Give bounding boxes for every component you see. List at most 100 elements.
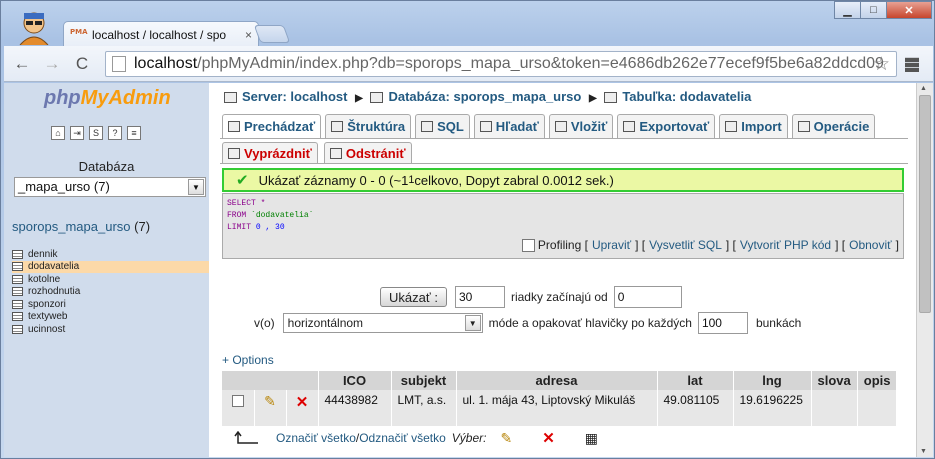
cell-lng: 19.6196225 <box>733 390 812 426</box>
vertical-scrollbar[interactable]: ▲ ▼ <box>916 83 933 457</box>
tab-browse[interactable]: Prechádzať <box>222 114 322 138</box>
tab-drop[interactable]: Odstrániť <box>323 142 412 163</box>
user-avatar-icon[interactable] <box>15 9 53 45</box>
insert-icon <box>554 121 567 132</box>
docs-icon[interactable]: ≡ <box>127 126 141 140</box>
cell-subjekt: LMT, a.s. <box>391 390 457 426</box>
php-code-link[interactable]: Vytvoriť PHP kód <box>740 238 831 252</box>
start-input[interactable] <box>613 286 682 308</box>
page-icon <box>112 56 126 72</box>
refresh-link[interactable]: Obnoviť <box>849 238 892 252</box>
table-icon <box>12 262 23 272</box>
tab-sql[interactable]: SQL <box>415 114 470 138</box>
breadcrumb-server[interactable]: Server: localhost <box>242 89 348 104</box>
rows-input[interactable] <box>454 286 505 308</box>
delete-x-icon[interactable]: ✕ <box>296 394 309 411</box>
header-lng[interactable]: lng <box>733 371 812 390</box>
table-icon <box>604 92 618 104</box>
tab-search[interactable]: Hľadať <box>473 114 545 138</box>
browser-window: PMA localhost / localhost / spo × ▁ □ ✕ … <box>0 0 935 459</box>
uncheck-all-link[interactable]: Odznačiť všetko <box>359 431 446 445</box>
options-link[interactable]: + Options <box>222 353 274 367</box>
row-checkbox[interactable] <box>231 395 244 407</box>
maximize-button[interactable]: □ <box>860 1 887 19</box>
edit-pencil-icon[interactable]: ✎ <box>264 393 276 409</box>
export-icon <box>623 121 636 132</box>
arrow-up-left-icon <box>234 431 258 444</box>
address-bar[interactable]: localhost/phpMyAdmin/index.php?db=sporop… <box>105 51 897 77</box>
tab-export[interactable]: Exportovať <box>617 114 716 138</box>
show-button[interactable]: Ukázať : <box>380 287 447 307</box>
sidebar-table-rozhodnutia[interactable]: rozhodnutia <box>12 286 209 299</box>
sidebar-table-dodavatelia[interactable]: dodavatelia <box>12 260 209 273</box>
sidebar-table-label: sponzori <box>28 298 66 310</box>
empty-icon <box>228 147 240 159</box>
tab-close-icon[interactable]: × <box>245 28 252 42</box>
edit-link[interactable]: Upraviť <box>592 238 631 252</box>
new-tab-button[interactable] <box>253 25 291 43</box>
tabs-row: Prechádzať Štruktúra SQL Hľadať Vložiť Export… <box>222 114 876 138</box>
sidebar-table-label: textyweb <box>28 311 68 323</box>
help-icon[interactable]: ? <box>108 126 122 140</box>
tab-structure[interactable]: Štruktúra <box>325 114 412 138</box>
header-subjekt[interactable]: subjekt <box>391 371 457 390</box>
close-window-button[interactable]: ✕ <box>886 1 932 19</box>
operations-icon <box>797 121 810 132</box>
bookmark-star-icon[interactable]: ☆ <box>873 53 890 76</box>
minimize-button[interactable]: ▁ <box>834 1 861 19</box>
repeat-input[interactable] <box>697 312 748 334</box>
sql-query-text: SELECT * FROM `dodavatelia` LIMIT 0 , 30 <box>227 199 314 232</box>
sidebar-table-ucinnost[interactable]: ucinnost <box>12 323 209 336</box>
browser-tab[interactable]: PMA localhost / localhost / spo × <box>63 21 259 47</box>
breadcrumb-table[interactable]: Tabuľka: dodavatelia <box>622 89 751 104</box>
bulk-delete-icon[interactable]: ✕ <box>542 429 555 447</box>
bulk-actions-row: Označiť všetko / Odznačiť všetko Výber: … <box>234 429 598 447</box>
phpmyadmin-logo[interactable]: phpMyAdmin <box>44 87 171 110</box>
sidebar-table-sponzori[interactable]: sponzori <box>12 298 209 311</box>
left-panel: phpMyAdmin ⌂ ⇥ S ? ≡ Databáza _mapa_urso… <box>4 83 209 457</box>
database-link[interactable]: sporops_mapa_urso (7) <box>12 219 150 234</box>
results-table: ICO subjekt adresa lat lng slova opis ✎ … <box>222 371 898 426</box>
bulk-export-icon[interactable]: ▦ <box>585 430 598 447</box>
forward-button[interactable]: → <box>40 52 64 76</box>
mode-select[interactable]: horizontálnom ▼ <box>282 313 483 333</box>
url-path: /phpMyAdmin/index.php?db=sporops_mapa_ur… <box>197 55 884 72</box>
header-slova[interactable]: slova <box>811 371 858 390</box>
database-select[interactable]: _mapa_urso (7) ▼ <box>14 177 206 197</box>
tab-operations[interactable]: Operácie <box>791 114 876 138</box>
success-message: ✔ Ukázať záznamy 0 - 0 (~1 1 celkovo, Dop… <box>222 168 904 192</box>
table-icon <box>12 312 23 322</box>
check-all-link[interactable]: Označiť všetko <box>276 431 356 445</box>
scrollbar-thumb[interactable] <box>919 95 931 313</box>
sidebar-table-textyweb[interactable]: textyweb <box>12 311 209 324</box>
tab-empty[interactable]: Vyprázdniť <box>222 142 318 163</box>
explain-link[interactable]: Vysvetliť SQL <box>649 238 722 252</box>
header-lat[interactable]: lat <box>657 371 734 390</box>
action-header <box>222 371 319 390</box>
profiling-checkbox[interactable] <box>521 238 535 252</box>
tab-insert[interactable]: Vložiť <box>548 114 614 138</box>
sidebar-table-kotolne[interactable]: kotolne <box>12 273 209 286</box>
sql-query-icon[interactable]: S <box>89 126 103 140</box>
sidebar-table-label: kotolne <box>28 273 61 285</box>
bulk-edit-icon[interactable]: ✎ <box>500 430 512 447</box>
exit-icon[interactable]: ⇥ <box>70 126 84 140</box>
sidebar-table-dennik[interactable]: dennik <box>12 248 209 261</box>
tab-import[interactable]: Import <box>719 114 788 138</box>
breadcrumb-database[interactable]: Databáza: sporops_mapa_urso <box>388 89 581 104</box>
table-icon <box>12 249 23 259</box>
header-opis[interactable]: opis <box>857 371 898 390</box>
main-panel: Server: localhost ▶ Databáza: sporops_ma… <box>214 83 914 457</box>
checkmark-icon: ✔ <box>236 172 249 189</box>
sql-query-box: SELECT * FROM `dodavatelia` LIMIT 0 , 30… <box>222 193 904 259</box>
back-button[interactable]: ← <box>10 52 34 76</box>
sidebar-table-label: ucinnost <box>28 323 66 335</box>
header-ico[interactable]: ICO <box>318 371 392 390</box>
browse-icon <box>228 121 240 132</box>
reload-button[interactable]: C <box>70 52 94 76</box>
browser-menu-icon[interactable]: ▬ ▬ ▬ <box>905 50 921 74</box>
home-icon[interactable]: ⌂ <box>51 126 65 140</box>
browser-toolbar: ← → C localhost/phpMyAdmin/index.php?db=… <box>4 46 933 82</box>
profiling-label: Profiling <box>537 238 582 252</box>
header-adresa[interactable]: adresa <box>456 371 658 390</box>
